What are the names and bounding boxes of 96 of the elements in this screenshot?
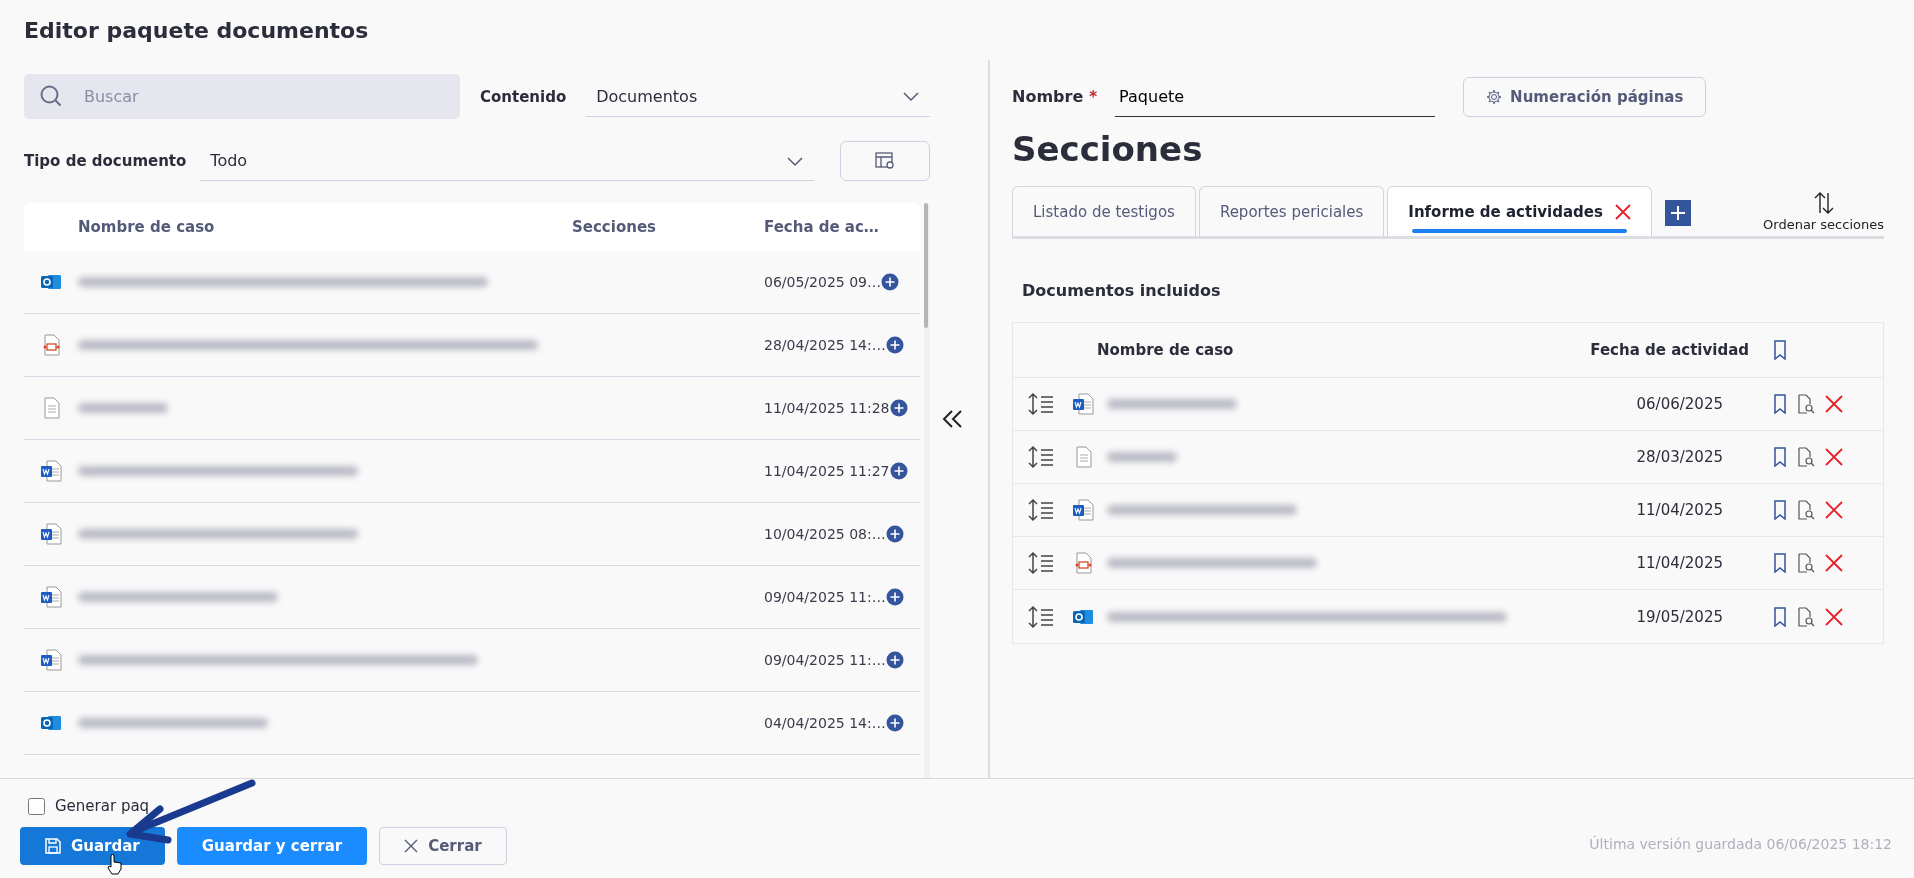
bookmark-icon[interactable]: [1773, 447, 1787, 467]
table-cell: 11/04/2025 11:27: [764, 463, 890, 479]
column-header: Fecha de actividad: [1589, 341, 1750, 359]
add-icon[interactable]: [885, 525, 904, 543]
column-header: Nombre de caso: [1097, 341, 1235, 359]
add-icon[interactable]: [889, 462, 908, 480]
table-cell-text: 06/06/2025: [1635, 395, 1724, 413]
table-cell-text: 11/04/2025: [1635, 554, 1724, 572]
field-label: Contenido: [480, 87, 567, 106]
bookmark-icon[interactable]: [1773, 500, 1787, 520]
search-icon: [39, 84, 63, 108]
section-heading: Secciones: [1012, 129, 1204, 171]
bookmark-icon[interactable]: [1773, 606, 1787, 627]
word-file-icon: [40, 649, 62, 671]
add-icon[interactable]: [885, 651, 904, 669]
table-gear-icon: [875, 152, 895, 170]
file-search-icon[interactable]: [1797, 394, 1815, 414]
bookmark-icon[interactable]: [1773, 340, 1787, 360]
close-icon: [404, 839, 419, 853]
table-cell-text: 11/04/2025: [1635, 501, 1724, 519]
required-mark: *: [1089, 87, 1098, 106]
hand-cursor-icon: [106, 853, 124, 875]
checkbox-label: Generar paq: [55, 797, 150, 815]
word-file-icon: [40, 523, 62, 545]
name-field[interactable]: Paquete: [1115, 76, 1436, 117]
table-cell: 10/04/2025 08:…: [764, 526, 886, 542]
remove-icon[interactable]: [1825, 501, 1843, 519]
search-field[interactable]: Buscar: [24, 74, 460, 119]
sort-arrows-icon: [1812, 191, 1835, 215]
remove-icon[interactable]: [1825, 554, 1843, 572]
table-cell: 06/05/2025 09…: [764, 274, 881, 290]
reorder-icon[interactable]: [1028, 392, 1054, 416]
sort-sections-button[interactable]: Ordenar secciones: [1763, 191, 1884, 236]
column-header: Nombre de caso: [78, 218, 216, 236]
subheading: Documentos incluidos: [1022, 281, 1222, 300]
column-header: Secciones: [572, 218, 657, 236]
pdf-file-icon: [41, 334, 61, 356]
bookmark-icon[interactable]: [1773, 553, 1787, 573]
column-header: Fecha de ac…: [764, 218, 880, 236]
remove-icon[interactable]: [1825, 395, 1843, 413]
table-cell: 09/04/2025 11:…: [764, 589, 886, 605]
add-icon[interactable]: [885, 336, 904, 354]
section-tab[interactable]: Reportes periciales: [1198, 186, 1385, 236]
remove-icon[interactable]: [1825, 607, 1843, 626]
add-icon[interactable]: [880, 273, 899, 291]
column-settings-button[interactable]: [840, 141, 930, 181]
table-cell-text: 19/05/2025: [1635, 607, 1724, 626]
chevron-down-icon: [902, 89, 920, 103]
table-cell: 11/04/2025 11:28: [764, 400, 890, 416]
add-icon[interactable]: [889, 399, 908, 417]
remove-icon[interactable]: [1825, 448, 1843, 466]
file-search-icon[interactable]: [1797, 606, 1815, 627]
content-dropdown[interactable]: Documentos: [586, 76, 930, 117]
table-cell: 28/04/2025 14:…: [764, 337, 886, 353]
table-cell-text: 28/03/2025: [1635, 448, 1724, 466]
word-file-icon: [40, 460, 62, 482]
add-icon[interactable]: [885, 714, 904, 732]
text-file-icon: [41, 397, 61, 419]
section-tab[interactable]: Informe de actividades: [1387, 186, 1652, 236]
file-search-icon[interactable]: [1797, 447, 1815, 467]
reorder-icon[interactable]: [1028, 445, 1054, 469]
double-chevron-left-icon[interactable]: [942, 409, 964, 429]
table-cell: 09/04/2025 11:…: [764, 652, 886, 668]
plus-icon: [1669, 205, 1686, 221]
reorder-icon[interactable]: [1028, 498, 1054, 522]
table-cell: 04/04/2025 14:…: [764, 715, 886, 731]
text-file-icon: [1073, 446, 1093, 468]
outlook-file-icon: [40, 272, 62, 292]
close-icon[interactable]: [1614, 203, 1631, 220]
last-saved-text: Última versión guardada 06/06/2025 18:12: [1589, 836, 1892, 852]
save-button[interactable]: Guardar: [20, 827, 165, 865]
outlook-file-icon: [40, 713, 62, 733]
bookmark-icon[interactable]: [1773, 394, 1787, 414]
scrollbar-thumb[interactable]: [924, 203, 929, 328]
reorder-icon[interactable]: [1028, 551, 1054, 575]
file-search-icon[interactable]: [1797, 553, 1815, 573]
settings-icon: [1486, 88, 1503, 105]
document-type-dropdown[interactable]: Todo: [200, 141, 814, 181]
page-numbering-button[interactable]: Numeración páginas: [1463, 76, 1707, 117]
file-search-icon[interactable]: [1797, 500, 1815, 520]
reorder-icon[interactable]: [1028, 604, 1054, 629]
add-section-button[interactable]: [1664, 200, 1691, 226]
word-file-icon: [1072, 499, 1094, 521]
word-file-icon: [40, 586, 62, 608]
blurred-text: [1107, 452, 1177, 462]
page-title: Editor paquete documentos: [23, 17, 370, 45]
pdf-file-icon: [1073, 552, 1093, 574]
save-icon: [45, 838, 61, 854]
section-tab[interactable]: Listado de testigos: [1012, 186, 1196, 236]
word-file-icon: [1072, 393, 1094, 415]
checkbox[interactable]: [28, 797, 45, 815]
field-label: Tipo de documento: [24, 152, 187, 170]
save-and-close-button[interactable]: Guardar y cerrar: [176, 827, 368, 865]
close-button[interactable]: Cerrar: [379, 827, 507, 865]
add-icon[interactable]: [885, 588, 904, 606]
field-label: Nombre: [1012, 87, 1084, 106]
